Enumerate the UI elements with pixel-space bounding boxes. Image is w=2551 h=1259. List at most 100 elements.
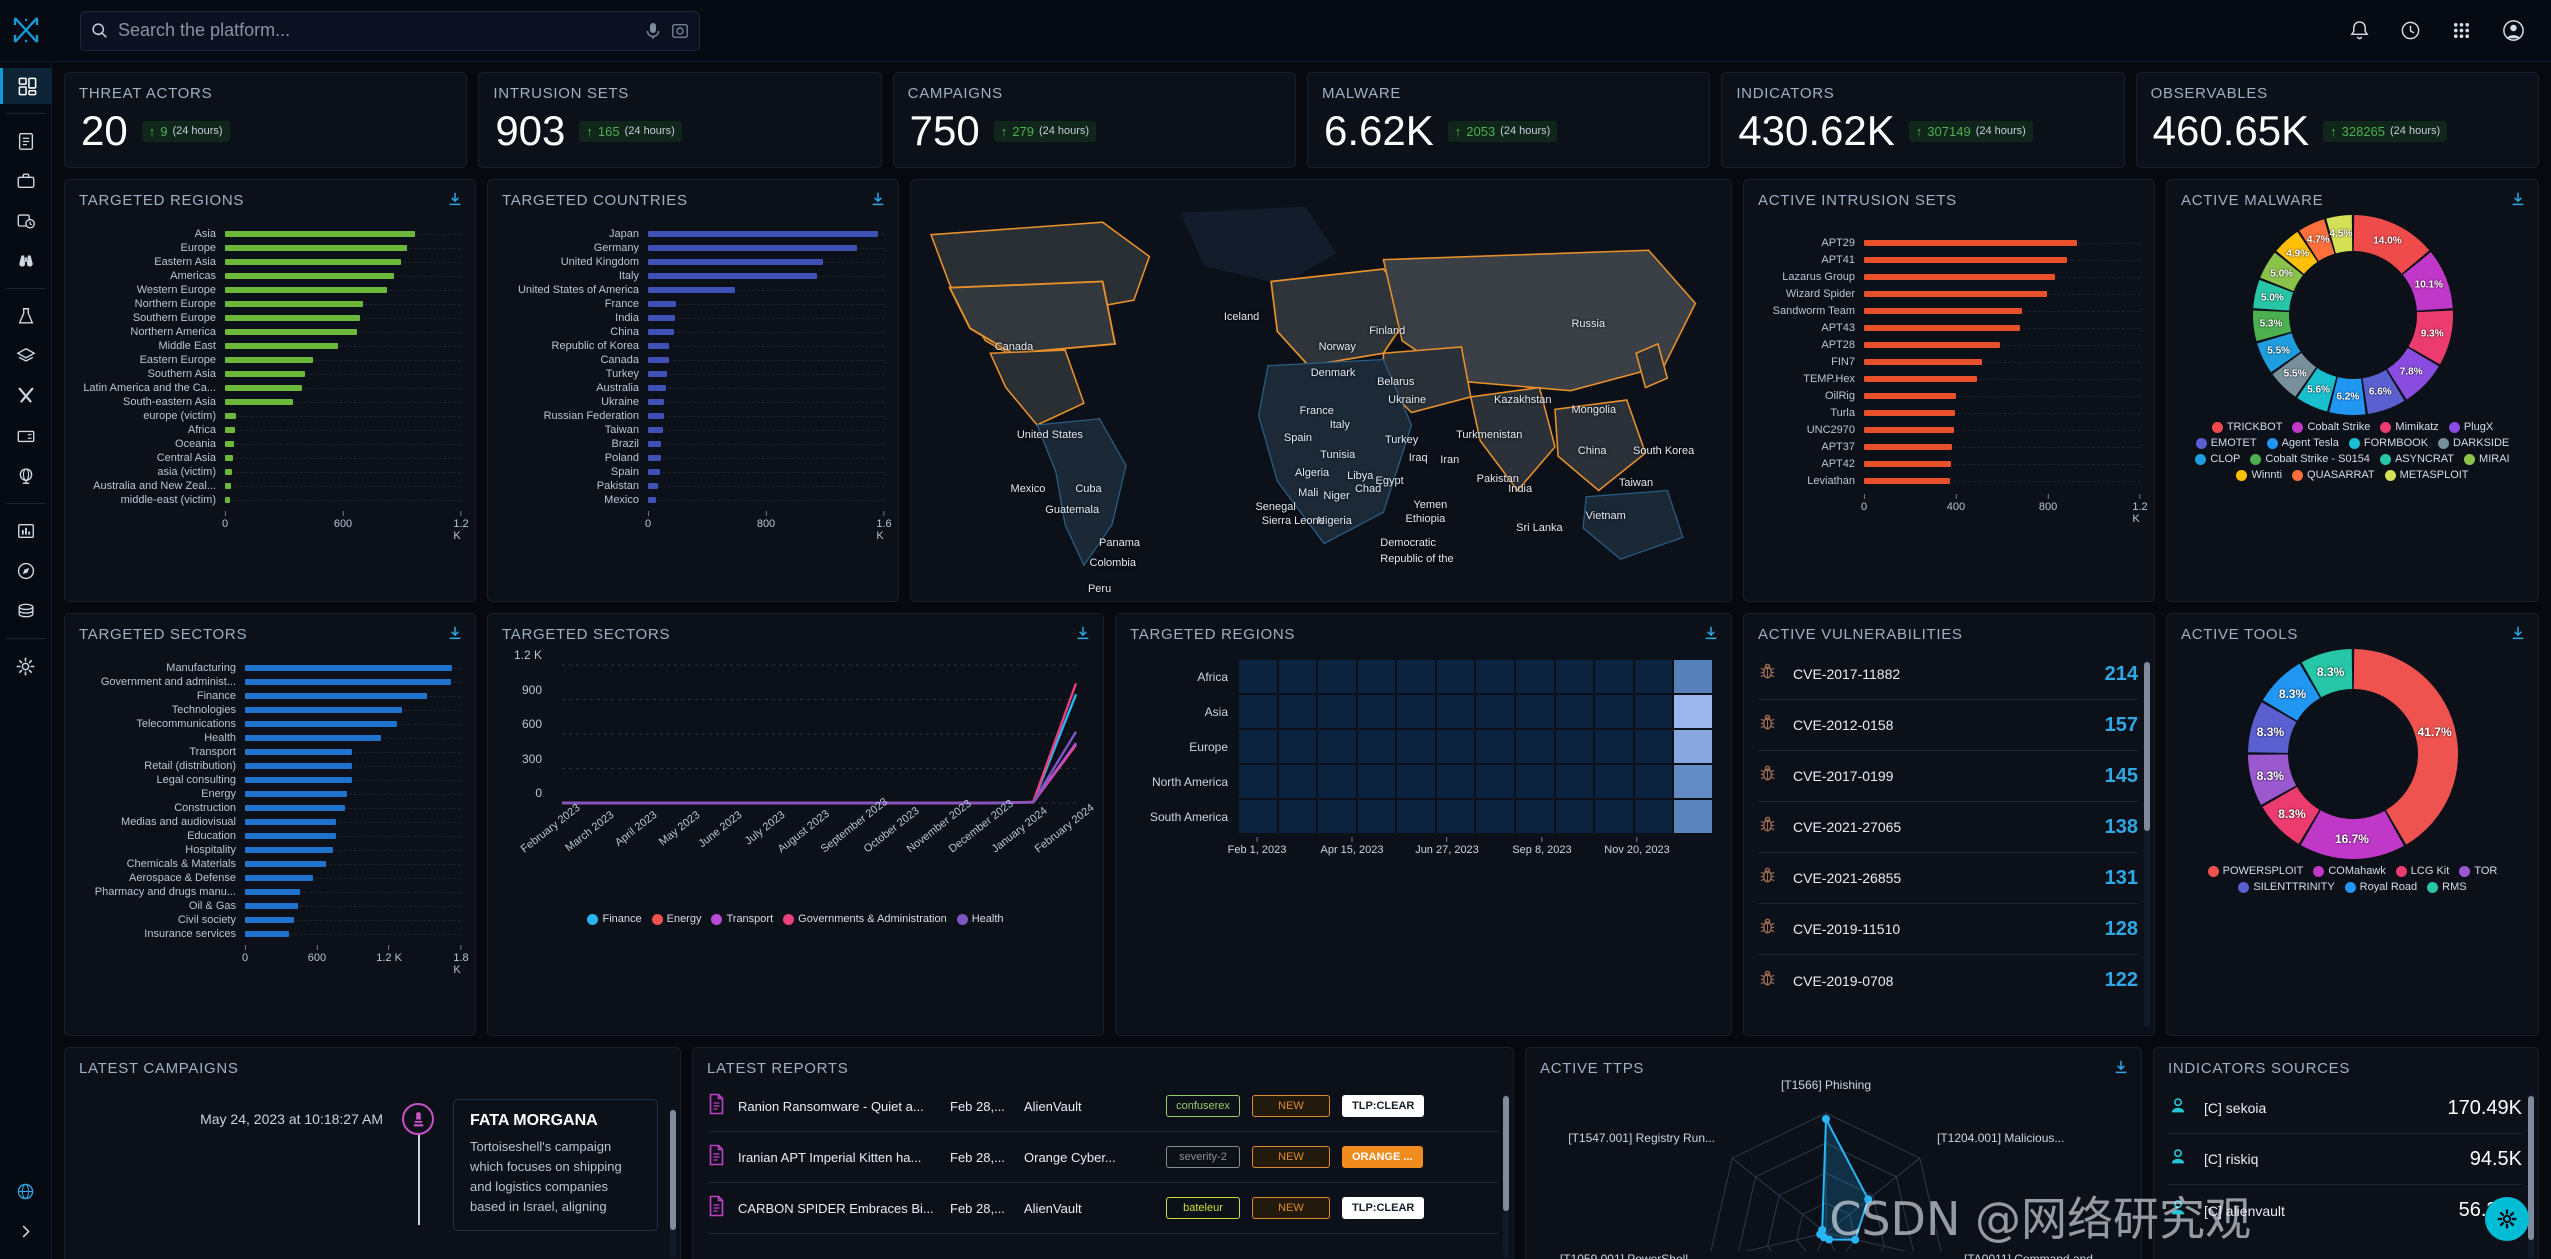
- kpi-card-1[interactable]: INTRUSION SETS 903 ↑ 165 (24 hours): [478, 72, 882, 168]
- bar-row[interactable]: Telecommunications: [75, 717, 461, 730]
- bar-row[interactable]: Central Asia: [75, 451, 461, 464]
- vulnerability-row[interactable]: CVE-2017-0199 145: [1758, 751, 2138, 802]
- bar-row[interactable]: Pakistan: [498, 479, 884, 492]
- sidebar-item-threats[interactable]: [0, 298, 52, 334]
- report-marking-chip[interactable]: ORANGE ...: [1342, 1146, 1423, 1168]
- heatmap-cell[interactable]: [1277, 799, 1318, 834]
- heatmap-cell[interactable]: [1673, 799, 1713, 834]
- donut-slice[interactable]: [2353, 649, 2458, 845]
- bar-row[interactable]: China: [498, 325, 884, 338]
- heatmap-cell[interactable]: [1356, 764, 1397, 799]
- bar-row[interactable]: Oil & Gas: [75, 899, 461, 912]
- legend-item[interactable]: SILENTTRINITY: [2238, 881, 2335, 893]
- download-icon[interactable]: [2510, 625, 2526, 646]
- sidebar-item-dashboard[interactable]: [0, 68, 52, 104]
- ttps-radar-chart[interactable]: [T1566] Phishing [T1204.001] Malicious...…: [1526, 1077, 2141, 1259]
- bar-row[interactable]: Germany: [498, 241, 884, 254]
- sidebar-item-analyses[interactable]: [0, 123, 52, 159]
- sidebar-item-observations[interactable]: [0, 243, 52, 279]
- bar-row[interactable]: Russian Federation: [498, 409, 884, 422]
- heatmap-cell[interactable]: [1238, 729, 1278, 764]
- regions-heatmap[interactable]: Africa Asia Europe North America South A…: [1116, 643, 1731, 857]
- bar-row[interactable]: Lazarus Group: [1754, 269, 2140, 285]
- sidebar-item-language[interactable]: [0, 1173, 52, 1209]
- heatmap-cell[interactable]: [1633, 694, 1674, 729]
- account-icon[interactable]: [2502, 19, 2525, 42]
- heatmap-cell[interactable]: [1515, 694, 1555, 729]
- source-row[interactable]: [C] riskiq 94.5K: [2168, 1134, 2522, 1185]
- heatmap-cell[interactable]: [1515, 659, 1555, 694]
- bar-row[interactable]: Energy: [75, 787, 461, 800]
- bar-row[interactable]: middle-east (victim): [75, 493, 461, 506]
- bar-row[interactable]: Eastern Europe: [75, 353, 461, 366]
- bar-row[interactable]: Legal consulting: [75, 773, 461, 786]
- bar-row[interactable]: Transport: [75, 745, 461, 758]
- heatmap-cell[interactable]: [1515, 764, 1555, 799]
- heatmap-cell[interactable]: [1475, 799, 1516, 834]
- bar-row[interactable]: Western Europe: [75, 283, 461, 296]
- bar-row[interactable]: Aerospace & Defense: [75, 871, 461, 884]
- heatmap-cell[interactable]: [1396, 764, 1436, 799]
- heatmap-cell[interactable]: [1317, 729, 1357, 764]
- scrollbar[interactable]: [1503, 1094, 1509, 1258]
- vulnerability-row[interactable]: CVE-2012-0158 157: [1758, 700, 2138, 751]
- bar-row[interactable]: Civil society: [75, 913, 461, 926]
- legend-item[interactable]: Royal Road: [2344, 881, 2417, 893]
- bar-row[interactable]: Taiwan: [498, 423, 884, 436]
- active-tools-donut[interactable]: 41.7% 16.7% 8.3% 8.3% 8.3% 8.3% 8.3%: [2247, 649, 2458, 859]
- heatmap-cell[interactable]: [1317, 659, 1357, 694]
- heatmap-cell[interactable]: [1356, 729, 1397, 764]
- bar-row[interactable]: Eastern Asia: [75, 255, 461, 268]
- sidebar-item-data[interactable]: [0, 593, 52, 629]
- report-marking-chip[interactable]: TLP:CLEAR: [1342, 1095, 1425, 1117]
- heatmap-cell[interactable]: [1356, 799, 1397, 834]
- heatmap-cell[interactable]: [1475, 764, 1516, 799]
- heatmap-cell[interactable]: [1396, 799, 1436, 834]
- bar-row[interactable]: Manufacturing: [75, 661, 461, 674]
- heatmap-cell[interactable]: [1673, 729, 1713, 764]
- heatmap-cell[interactable]: [1594, 659, 1634, 694]
- legend-item[interactable]: Agent Tesla: [2266, 437, 2339, 449]
- vulnerability-row[interactable]: CVE-2019-11510 128: [1758, 904, 2138, 955]
- radar-point[interactable]: [1851, 1235, 1860, 1244]
- radar-point[interactable]: [1822, 1115, 1830, 1123]
- bar-row[interactable]: Medias and audiovisual: [75, 815, 461, 828]
- heatmap-cell[interactable]: [1435, 659, 1476, 694]
- heatmap-cell[interactable]: [1396, 694, 1436, 729]
- bar-row[interactable]: Brazil: [498, 437, 884, 450]
- heatmap-cell[interactable]: [1475, 694, 1516, 729]
- sidebar-item-arsenal[interactable]: [0, 338, 52, 374]
- bar-row[interactable]: Hospitality: [75, 843, 461, 856]
- bar-row[interactable]: Asia: [75, 227, 461, 240]
- legend-item[interactable]: DARKSIDE: [2438, 437, 2509, 449]
- legend-item[interactable]: Finance: [587, 913, 642, 925]
- heatmap-cell[interactable]: [1277, 729, 1318, 764]
- bar-row[interactable]: Americas: [75, 269, 461, 282]
- report-status-chip[interactable]: NEW: [1252, 1197, 1330, 1219]
- bar-row[interactable]: Insurance services: [75, 927, 461, 940]
- kpi-card-5[interactable]: OBSERVABLES 460.65K ↑ 328265 (24 hours): [2135, 72, 2539, 168]
- active-malware-donut[interactable]: 14.0% 10.1% 9.3% 7.8% 6.6% 6.2% 5.6% 5.5% 5.5% 5.…: [2252, 215, 2453, 415]
- bar-row[interactable]: Spain: [498, 465, 884, 478]
- heatmap-cell[interactable]: [1277, 659, 1318, 694]
- legend-item[interactable]: LCG Kit: [2395, 865, 2449, 877]
- bell-icon[interactable]: [2349, 20, 2370, 41]
- legend-item[interactable]: ASYNCRAT: [2379, 453, 2454, 465]
- heatmap-cell[interactable]: [1435, 799, 1476, 834]
- bar-row[interactable]: Sandworm Team: [1754, 303, 2140, 319]
- scrollbar[interactable]: [2528, 1094, 2534, 1258]
- bar-row[interactable]: France: [498, 297, 884, 310]
- heatmap-cell[interactable]: [1238, 764, 1278, 799]
- bar-row[interactable]: Leviathan: [1754, 473, 2140, 489]
- bar-row[interactable]: OilRig: [1754, 388, 2140, 404]
- campaign-card[interactable]: FATA MORGANA Tortoiseshell's campaign wh…: [453, 1099, 658, 1231]
- bar-row[interactable]: Canada: [498, 353, 884, 366]
- bar-row[interactable]: APT42: [1754, 456, 2140, 472]
- bar-row[interactable]: Chemicals & Materials: [75, 857, 461, 870]
- history-icon[interactable]: [2400, 20, 2421, 41]
- heatmap-cell[interactable]: [1554, 659, 1595, 694]
- legend-item[interactable]: FORMBOOK: [2348, 437, 2428, 449]
- bar-row[interactable]: Technologies: [75, 703, 461, 716]
- legend-item[interactable]: METASPLOIT: [2384, 469, 2469, 481]
- legend-item[interactable]: QUASARRAT: [2292, 469, 2375, 481]
